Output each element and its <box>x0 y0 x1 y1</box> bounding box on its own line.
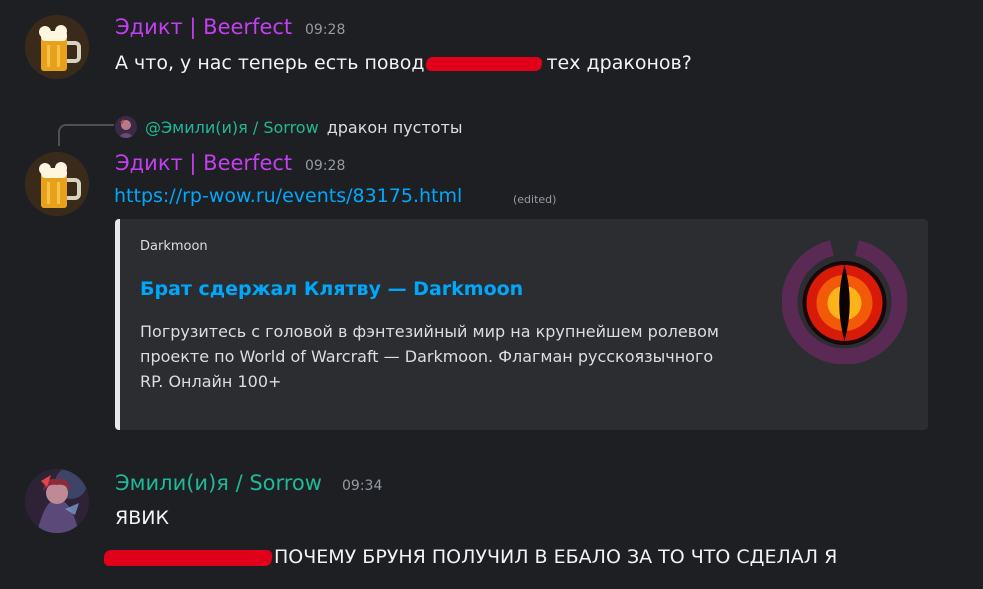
reply-reference[interactable]: @Эмили(и)я / Sorrow дракон пустоты <box>115 116 463 138</box>
message-text: ЯВИК <box>115 507 169 529</box>
message-author[interactable]: Эдикт | Beerfect <box>115 15 292 39</box>
link-embed: Darkmoon Брат сдержал Клятву — Darkmoon … <box>115 219 928 430</box>
message-author[interactable]: Эдикт | Beerfect <box>115 151 292 175</box>
avatar-beerfect[interactable] <box>25 15 89 79</box>
embed-provider[interactable]: Darkmoon <box>140 239 208 254</box>
redaction-mark <box>425 56 544 71</box>
beer-mug-icon <box>25 152 89 216</box>
embed-title[interactable]: Брат сдержал Клятву — Darkmoon <box>140 278 523 300</box>
redaction-mark <box>103 549 273 566</box>
reply-connector <box>58 124 114 146</box>
message-author[interactable]: Эмили(и)я / Sorrow <box>115 471 322 495</box>
avatar-beerfect[interactable] <box>25 152 89 216</box>
message-text-before: А что, у нас теперь есть повод <box>115 52 425 74</box>
beer-mug-icon <box>25 15 89 79</box>
reply-avatar <box>115 116 137 138</box>
embed-description: Погрузитесь с головой в фэнтезийный мир … <box>140 322 719 391</box>
message-link[interactable]: https://rp-wow.ru/events/83175.html <box>114 185 462 207</box>
message-timestamp: 09:34 <box>342 478 383 494</box>
message-text: А что, у нас теперь есть повод тех дракон… <box>115 52 692 74</box>
reply-author[interactable]: @Эмили(и)я / Sorrow <box>145 118 319 137</box>
message-text-after: ПОЧЕМУ БРУНЯ ПОЛУЧИЛ В ЕБАЛО ЗА ТО ЧТО С… <box>274 546 838 568</box>
sorrow-avatar-icon <box>25 469 89 533</box>
sorrow-avatar-icon <box>115 116 137 138</box>
avatar-sorrow[interactable] <box>25 469 89 533</box>
edited-label: (edited) <box>513 193 557 206</box>
message-timestamp: 09:28 <box>305 22 346 38</box>
reply-text[interactable]: дракон пустоты <box>327 118 463 137</box>
message-text: ПОЧЕМУ БРУНЯ ПОЛУЧИЛ В ЕБАЛО ЗА ТО ЧТО С… <box>103 546 838 568</box>
message-timestamp: 09:28 <box>305 158 346 174</box>
message-text-after: тех драконов? <box>546 52 692 74</box>
embed-thumbnail[interactable] <box>781 239 908 365</box>
dragon-eye-logo-icon <box>781 240 908 365</box>
